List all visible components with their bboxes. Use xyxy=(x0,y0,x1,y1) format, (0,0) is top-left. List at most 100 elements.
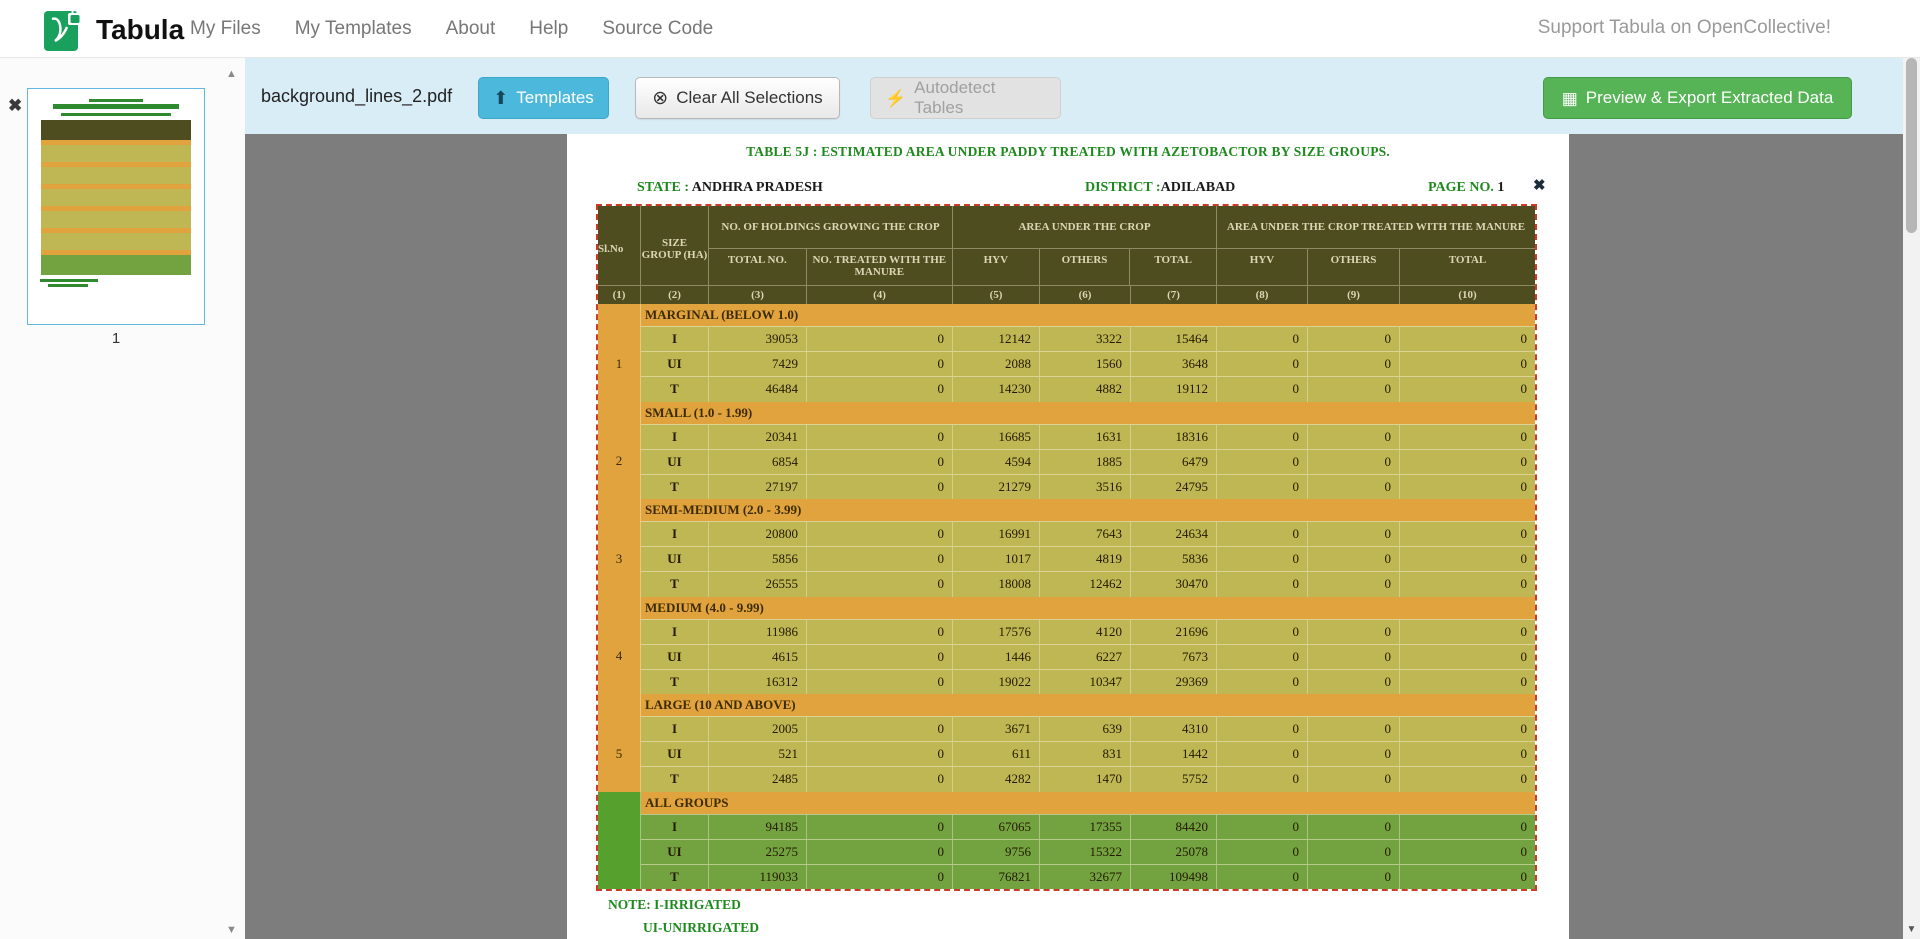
table-value-cell: 0 xyxy=(807,767,953,791)
table-value-cell: 9756 xyxy=(953,840,1040,864)
sidebar-scroll-up-icon[interactable]: ▲ xyxy=(226,68,237,80)
header-size-group: SIZE GROUP (HA) xyxy=(641,206,709,285)
table-value-cell: 3671 xyxy=(953,717,1040,741)
table-value-cell: 0 xyxy=(807,425,953,449)
table-value-cell: 18316 xyxy=(1131,425,1217,449)
table-selection-box[interactable]: Sl.No SIZE GROUP (HA) NO. OF HOLDINGS GR… xyxy=(596,204,1537,891)
table-value-cell: 0 xyxy=(1217,352,1308,376)
table-value-cell: 0 xyxy=(807,645,953,669)
nav-help[interactable]: Help xyxy=(529,18,568,40)
table-value-cell: 0 xyxy=(1308,572,1400,596)
remove-page-icon[interactable]: ✖ xyxy=(8,96,22,116)
table-data-row: I39053012142332215464000 xyxy=(641,326,1535,351)
table-value-cell: 611 xyxy=(953,742,1040,766)
header-others-2: OTHERS xyxy=(1308,249,1400,285)
table-value-cell: 0 xyxy=(807,742,953,766)
header-others-1: OTHERS xyxy=(1040,249,1131,285)
table-value-cell: 0 xyxy=(1308,450,1400,474)
scrollbar-down-icon[interactable]: ▼ xyxy=(1903,924,1920,935)
autodetect-tables-button[interactable]: ⚡ Autodetect Tables xyxy=(870,77,1061,119)
page-thumbnail[interactable] xyxy=(27,88,205,325)
nav-my-templates[interactable]: My Templates xyxy=(295,18,412,40)
table-value-cell: 32677 xyxy=(1040,865,1131,889)
table-data-row: I941850670651735584420000 xyxy=(641,814,1535,839)
lightning-icon: ⚡ xyxy=(885,90,906,107)
table-value-cell: 0 xyxy=(807,572,953,596)
table-value-cell: 16991 xyxy=(953,522,1040,546)
table-data-row: I2005036716394310000 xyxy=(641,716,1535,741)
table-value-cell: 0 xyxy=(1217,522,1308,546)
templates-button[interactable]: ⬆ Templates xyxy=(478,77,609,119)
header-total-1: TOTAL xyxy=(1130,249,1216,285)
table-value-cell: 0 xyxy=(1217,767,1308,791)
table-value-cell: 0 xyxy=(1217,572,1308,596)
table-size-cell: UI xyxy=(641,645,709,669)
page-no-label: PAGE NO. xyxy=(1428,180,1494,195)
table-value-cell: 0 xyxy=(1400,425,1535,449)
table-group: 5LARGE (10 AND ABOVE)I200503671639431000… xyxy=(598,694,1535,792)
table-size-cell: UI xyxy=(641,547,709,571)
table-size-cell: T xyxy=(641,670,709,694)
table-value-cell: 26555 xyxy=(709,572,807,596)
table-value-cell: 5752 xyxy=(1131,767,1217,791)
clear-all-selections-button[interactable]: ⊗ Clear All Selections xyxy=(635,77,840,119)
table-value-cell: 0 xyxy=(1308,742,1400,766)
table-value-cell: 0 xyxy=(1308,522,1400,546)
table-value-cell: 0 xyxy=(1308,620,1400,644)
table-size-cell: I xyxy=(641,815,709,839)
table-value-cell: 0 xyxy=(807,450,953,474)
table-size-cell: T xyxy=(641,767,709,791)
tabula-logo-icon[interactable] xyxy=(44,7,86,51)
table-value-cell: 831 xyxy=(1040,742,1131,766)
nav-about[interactable]: About xyxy=(446,18,496,40)
header-area-treated: AREA UNDER THE CROP TREATED WITH THE MAN… xyxy=(1217,206,1535,249)
table-value-cell: 0 xyxy=(1400,815,1535,839)
table-value-cell: 0 xyxy=(1308,377,1400,401)
table-value-cell: 1560 xyxy=(1040,352,1131,376)
table-value-cell: 21279 xyxy=(953,475,1040,499)
table-value-cell: 10347 xyxy=(1040,670,1131,694)
table-value-cell: 16312 xyxy=(709,670,807,694)
state-line: STATE : ANDHRA PRADESH xyxy=(637,180,823,196)
table-value-cell: 94185 xyxy=(709,815,807,839)
autodetect-button-label: Autodetect Tables xyxy=(914,78,1046,118)
table-value-cell: 67065 xyxy=(953,815,1040,839)
page-thumbnail-preview xyxy=(38,97,194,316)
table-value-cell: 25275 xyxy=(709,840,807,864)
table-groups: 1MARGINAL (BELOW 1.0)I390530121423322154… xyxy=(598,304,1535,889)
selection-close-icon[interactable]: ✖ xyxy=(1533,176,1546,195)
table-value-cell: 0 xyxy=(1400,327,1535,351)
table-value-cell: 1631 xyxy=(1040,425,1131,449)
table-value-cell: 0 xyxy=(807,352,953,376)
nav-source-code[interactable]: Source Code xyxy=(602,18,713,40)
table-data-row: I20341016685163118316000 xyxy=(641,424,1535,449)
table-value-cell: 27197 xyxy=(709,475,807,499)
table-value-cell: 119033 xyxy=(709,865,807,889)
table-value-cell: 0 xyxy=(1400,377,1535,401)
support-link[interactable]: Support Tabula on OpenCollective! xyxy=(1538,17,1831,39)
table-value-cell: 0 xyxy=(807,327,953,351)
window-scrollbar[interactable]: ▲ ▼ xyxy=(1903,0,1920,939)
table-size-cell: I xyxy=(641,522,709,546)
table-data-row: T11903307682132677109498000 xyxy=(641,864,1535,889)
table-value-cell: 30470 xyxy=(1131,572,1217,596)
table-value-cell: 0 xyxy=(1217,327,1308,351)
toolbar: background_lines_2.pdf ⬆ Templates ⊗ Cle… xyxy=(245,58,1903,134)
table-value-cell: 0 xyxy=(1400,840,1535,864)
sidebar-scroll-down-icon[interactable]: ▼ xyxy=(226,924,237,936)
preview-export-button[interactable]: ▦ Preview & Export Extracted Data xyxy=(1543,77,1852,119)
nav-my-files[interactable]: My Files xyxy=(190,18,261,40)
table-value-cell: 7643 xyxy=(1040,522,1131,546)
table-value-cell: 0 xyxy=(807,717,953,741)
pdf-page[interactable]: TABLE 5J : ESTIMATED AREA UNDER PADDY TR… xyxy=(567,134,1569,939)
nav-links: My Files My Templates About Help Source … xyxy=(190,0,713,58)
table-value-cell: 0 xyxy=(1308,717,1400,741)
table-value-cell: 7673 xyxy=(1131,645,1217,669)
table-value-cell: 12142 xyxy=(953,327,1040,351)
header-hyv-1: HYV xyxy=(953,249,1040,285)
table-size-cell: T xyxy=(641,865,709,889)
table-value-cell: 0 xyxy=(1217,425,1308,449)
scrollbar-thumb[interactable] xyxy=(1906,58,1917,233)
brand-title[interactable]: Tabula xyxy=(96,14,184,46)
table-value-cell: 0 xyxy=(1217,620,1308,644)
